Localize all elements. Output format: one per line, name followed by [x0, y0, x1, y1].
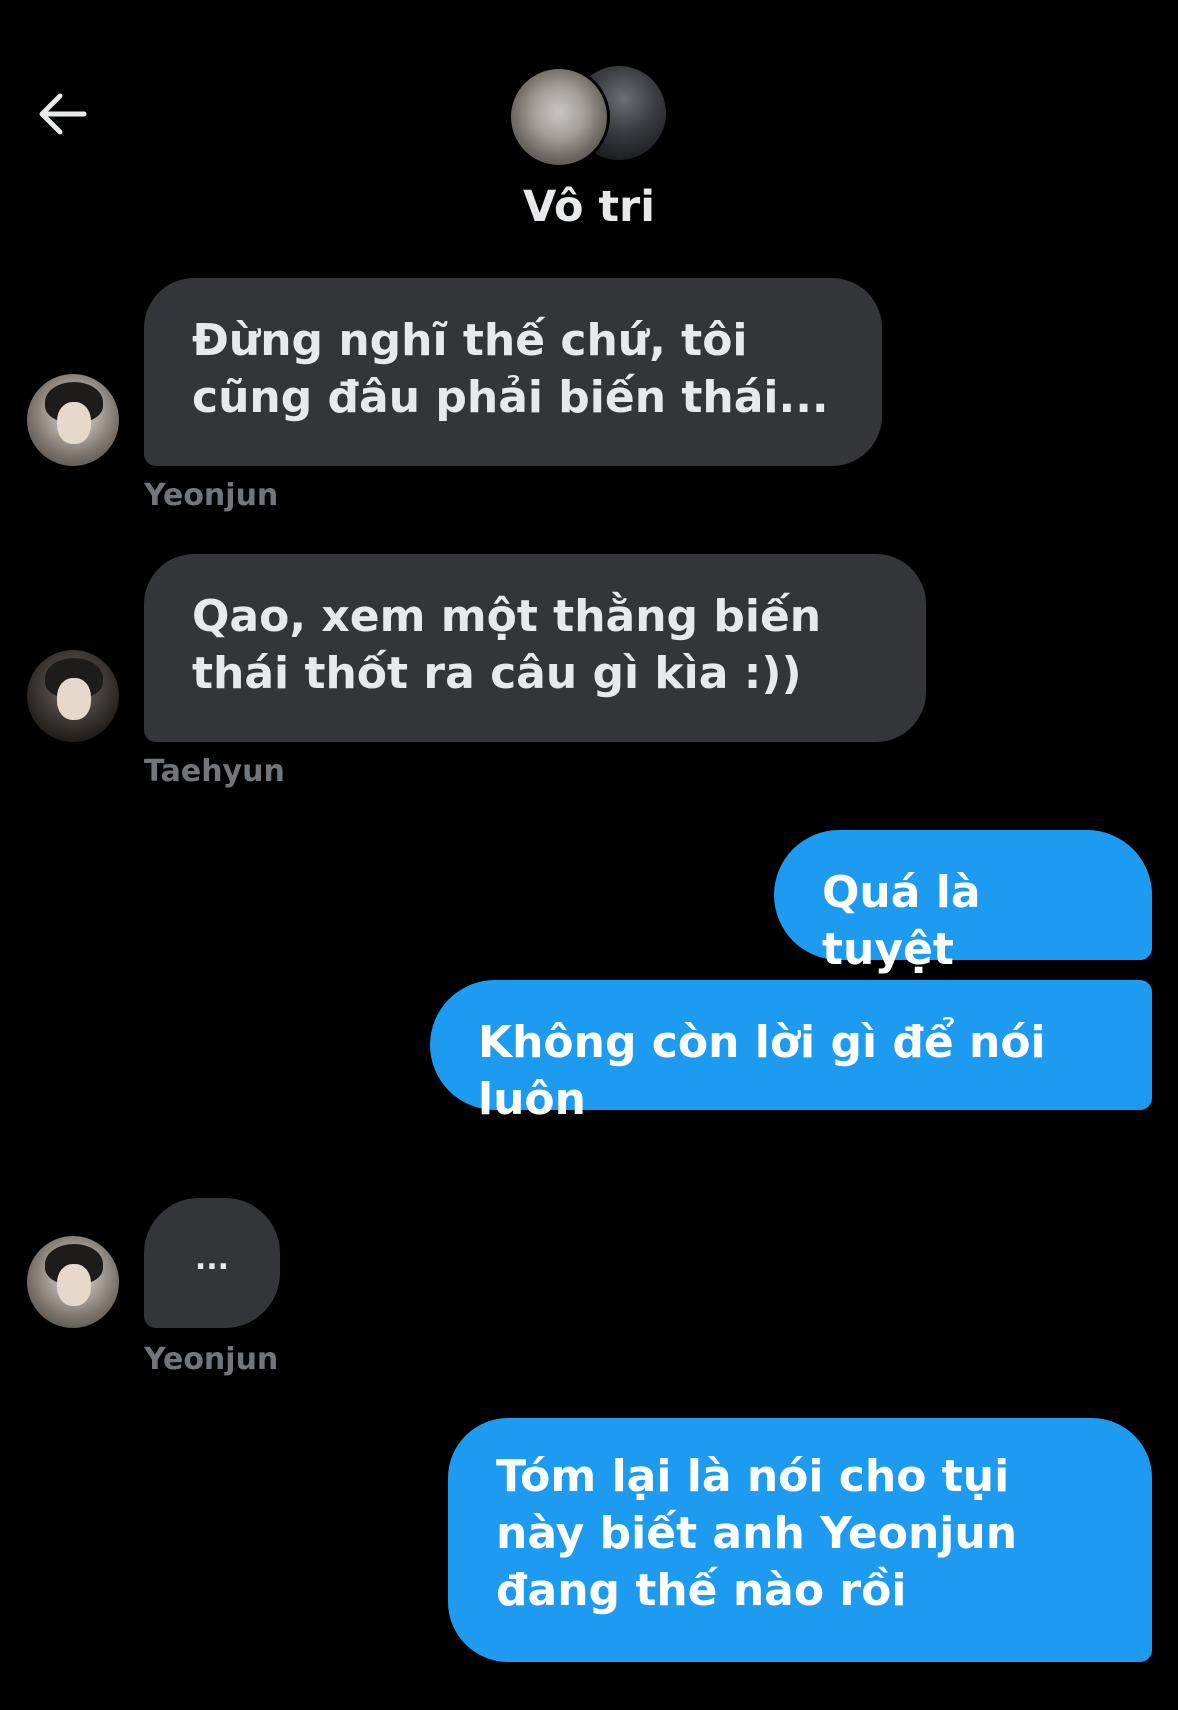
sender-name: Yeonjun — [144, 1342, 279, 1377]
message-text: ... — [194, 1242, 230, 1277]
conversation-title[interactable]: Vô tri — [0, 182, 1178, 232]
avatar-taehyun[interactable] — [27, 650, 119, 742]
message-text: Qao, xem một thằng biến thái thốt ra câu… — [192, 591, 822, 699]
message-bubble[interactable]: Quá là tuyệt — [774, 830, 1152, 975]
message-bubble[interactable]: Qao, xem một thằng biến thái thốt ra câu… — [144, 554, 926, 742]
message-bubble[interactable]: Tóm lại là nói cho tụi này biết anh Yeon… — [448, 1418, 1152, 1662]
message-text: Không còn lời gì để nói luôn — [478, 1017, 1046, 1125]
back-button[interactable] — [30, 84, 94, 144]
message-text: Tóm lại là nói cho tụi này biết anh Yeon… — [496, 1451, 1018, 1616]
message-bubble[interactable]: Không còn lời gì để nói luôn — [430, 980, 1152, 1125]
arrow-left-icon — [39, 93, 87, 135]
sender-name: Yeonjun — [144, 478, 279, 513]
message-bubble[interactable]: ... — [144, 1198, 280, 1328]
message-bubble[interactable]: Đừng nghĩ thế chứ, tôi cũng đâu phải biế… — [144, 278, 882, 466]
sender-name: Taehyun — [144, 754, 285, 789]
message-text: Quá là tuyệt — [822, 867, 981, 975]
avatar-yeonjun[interactable] — [27, 1236, 119, 1328]
group-avatar[interactable] — [508, 66, 670, 168]
message-text: Đừng nghĩ thế chứ, tôi cũng đâu phải biế… — [192, 315, 829, 423]
avatar-yeonjun — [508, 66, 610, 168]
avatar-yeonjun[interactable] — [27, 374, 119, 466]
